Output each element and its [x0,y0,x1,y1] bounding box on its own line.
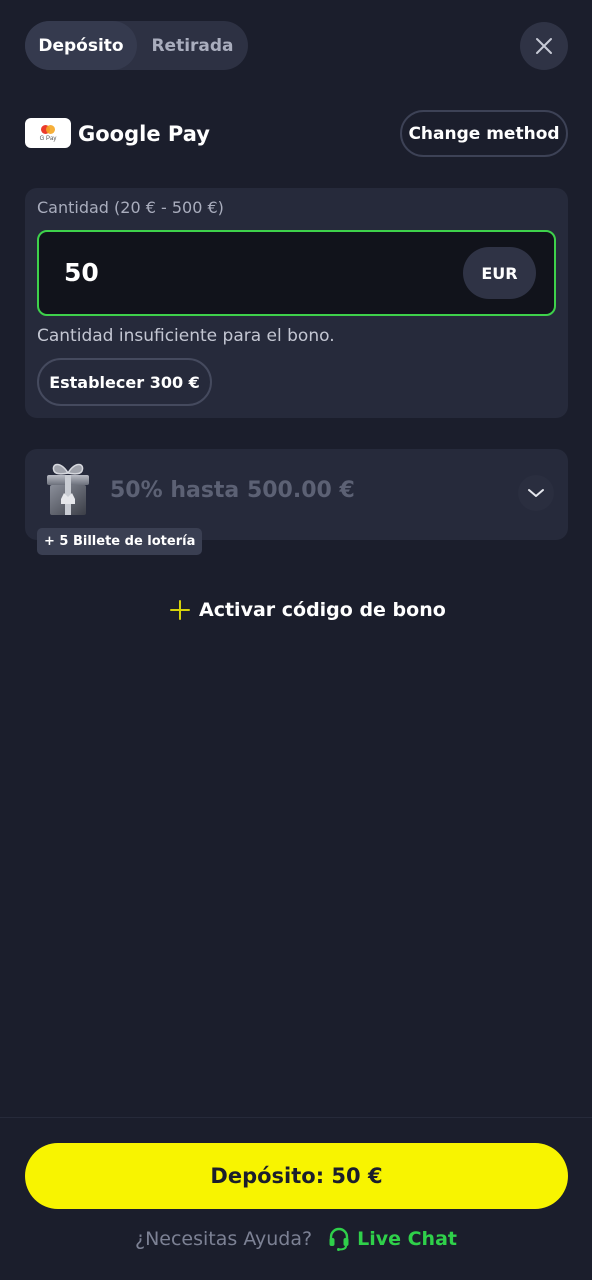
google-pay-logo-text: G Pay [39,136,57,142]
insufficient-amount-message: Cantidad insuficiente para el bono. [37,326,335,346]
amount-value[interactable]: 50 [64,232,99,314]
change-method-button[interactable]: Change method [400,110,568,157]
help-text: ¿Necesitas Ayuda? [134,1228,313,1250]
close-icon [536,38,552,54]
headset-icon [328,1227,350,1251]
amount-label: Cantidad (20 € - 500 €) [37,198,224,217]
lottery-ticket-badge: + 5 Billete de lotería [37,528,203,555]
deposit-withdraw-tabs: Depósito Retirada [25,21,248,70]
close-button[interactable] [520,22,568,70]
bonus-selector[interactable]: 50% hasta 500.00 € [25,449,568,540]
card-circles-icon [41,125,55,134]
bonus-offer-text: 50% hasta 500.00 € [110,478,355,503]
footer-divider [0,1117,592,1118]
chevron-down-icon[interactable] [518,475,554,511]
payment-method-name: Google Pay [78,122,210,146]
plus-icon [170,600,190,620]
activate-bonus-code-button[interactable]: Activar código de bono [170,594,446,626]
google-pay-logo: G Pay [25,118,71,148]
tab-withdraw[interactable]: Retirada [137,21,248,70]
deposit-screen: Depósito Retirada G Pay Google Pay Chang… [0,0,592,1280]
amount-input[interactable]: 50 EUR [37,230,556,316]
amount-card: Cantidad (20 € - 500 €) 50 EUR Cantidad … [25,188,568,418]
currency-selector[interactable]: EUR [463,247,536,299]
tab-deposit[interactable]: Depósito [25,21,137,70]
set-300-button[interactable]: Establecer 300 € [37,358,212,406]
activate-bonus-code-label: Activar código de bono [199,599,446,621]
live-chat-label: Live Chat [357,1228,457,1250]
deposit-button[interactable]: Depósito: 50 € [25,1143,568,1209]
gift-icon [47,463,89,515]
live-chat-link[interactable]: Live Chat [328,1227,457,1251]
help-row: ¿Necesitas Ayuda? Live Chat [0,1222,592,1256]
